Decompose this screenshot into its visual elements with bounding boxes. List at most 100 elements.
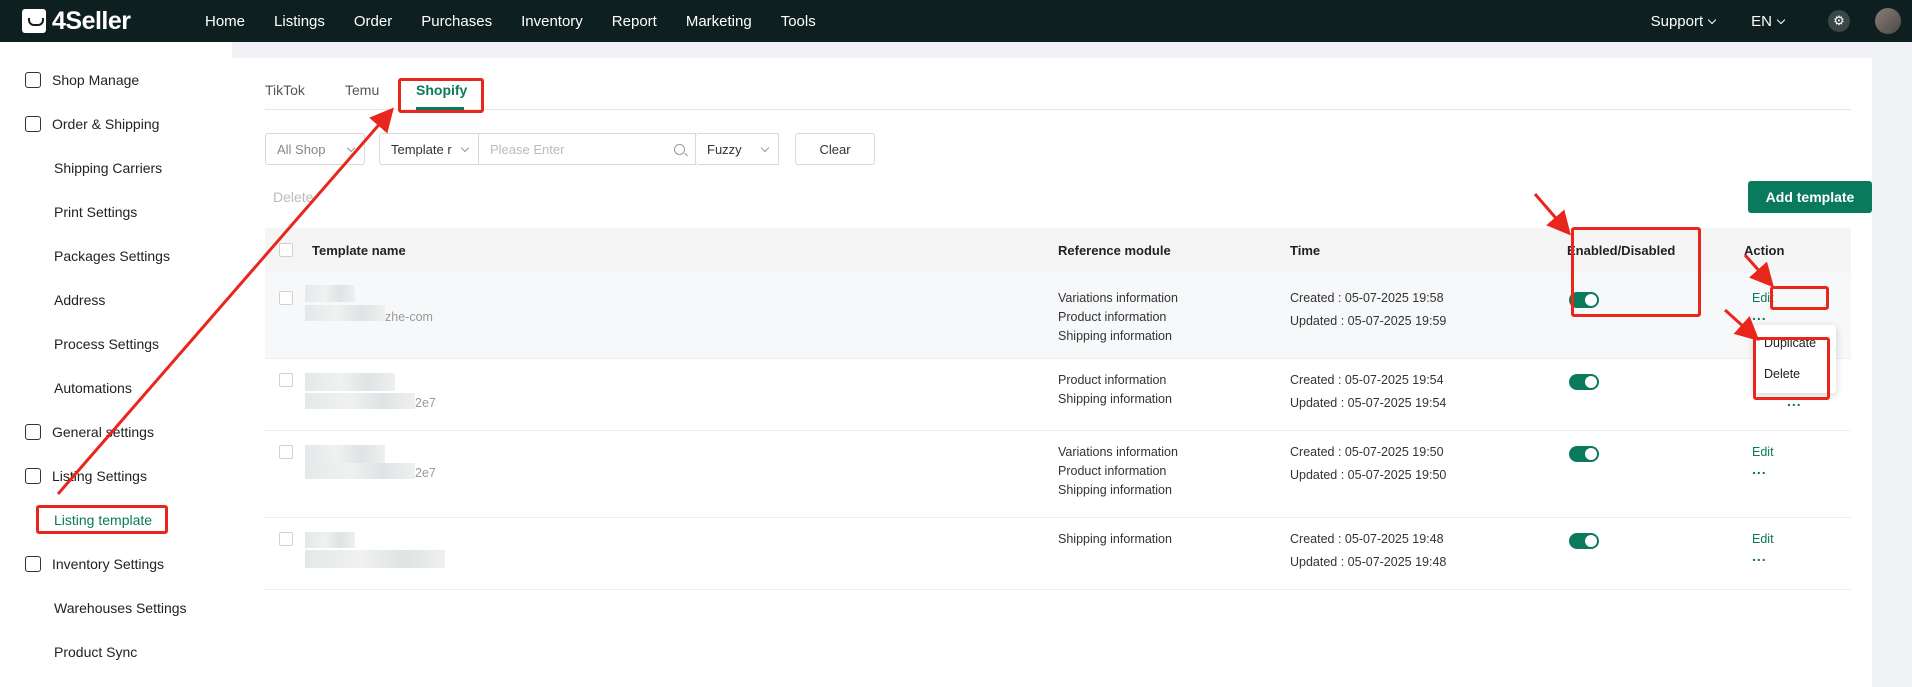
module-item: Product information — [1058, 310, 1167, 324]
platform-tabs: TikTok Temu Shopify — [265, 58, 1851, 110]
search-field-value: Template r — [391, 141, 452, 157]
clear-button[interactable]: Clear — [795, 133, 875, 165]
nav-inventory[interactable]: Inventory — [521, 13, 583, 30]
more-actions-icon[interactable]: ... — [1752, 461, 1767, 477]
redacted-name — [305, 463, 415, 479]
store-icon — [25, 72, 41, 88]
highlight-box — [36, 505, 168, 534]
nav-home[interactable]: Home — [205, 13, 245, 30]
search-field-select[interactable]: Template r — [379, 133, 479, 165]
col-action: Action — [1744, 243, 1785, 258]
sidebar-item-inventory-settings[interactable]: Inventory Settings — [0, 542, 232, 586]
sidebar-item-address[interactable]: Address — [0, 278, 232, 322]
table-row: 2e7 Variations information Product infor… — [265, 431, 1851, 518]
row-checkbox[interactable] — [279, 291, 293, 305]
support-menu[interactable]: Support — [1651, 13, 1717, 30]
more-actions-icon[interactable]: ... — [1752, 548, 1767, 564]
redacted-name — [305, 305, 385, 321]
top-navbar: 4Seller Home Listings Order Purchases In… — [0, 0, 1912, 42]
filter-bar: All Shop Template r Please Enter Fuzzy C… — [265, 133, 875, 165]
sidebar-item-shipping-carriers[interactable]: Shipping Carriers — [0, 146, 232, 190]
sidebar-item-order-shipping[interactable]: Order & Shipping — [0, 102, 232, 146]
sidebar-item-automations[interactable]: Automations — [0, 366, 232, 410]
inventory-icon — [25, 556, 41, 572]
sidebar-item-label: Warehouses Settings — [54, 600, 187, 616]
language-menu[interactable]: EN — [1751, 12, 1786, 30]
module-item: Shipping information — [1058, 483, 1172, 497]
created-time: Created : 05-07-2025 19:54 — [1290, 373, 1444, 387]
tab-temu[interactable]: Temu — [345, 82, 379, 98]
updated-time: Updated : 05-07-2025 19:54 — [1290, 396, 1447, 410]
chevron-down-icon — [460, 143, 470, 153]
created-time: Created : 05-07-2025 19:58 — [1290, 291, 1444, 305]
sidebar-item-packages-settings[interactable]: Packages Settings — [0, 234, 232, 278]
sidebar-item-print-settings[interactable]: Print Settings — [0, 190, 232, 234]
col-template-name: Template name — [312, 243, 406, 258]
select-all-checkbox[interactable] — [279, 243, 293, 257]
template-name-suffix: 2e7 — [415, 396, 436, 410]
chevron-down-icon — [346, 143, 356, 153]
logo-bag-icon — [22, 9, 46, 33]
highlight-box — [398, 78, 484, 113]
enabled-toggle[interactable] — [1569, 374, 1599, 390]
sidebar-item-label: Product Sync — [54, 644, 138, 660]
language-label: EN — [1751, 12, 1772, 30]
edit-link[interactable]: Edit — [1752, 445, 1774, 459]
row-checkbox[interactable] — [279, 445, 293, 459]
col-time: Time — [1290, 243, 1321, 258]
sidebar: Shop Manage Order & Shipping Shipping Ca… — [0, 42, 232, 687]
redacted-name — [305, 373, 395, 391]
highlight-box — [1753, 337, 1830, 400]
highlight-box — [1770, 286, 1829, 310]
match-mode-select[interactable]: Fuzzy — [696, 133, 779, 165]
sidebar-item-shop-manage[interactable]: Shop Manage — [0, 58, 232, 102]
sidebar-item-label: Shop Manage — [52, 72, 140, 88]
redacted-name — [305, 550, 445, 568]
add-template-button[interactable]: Add template — [1748, 181, 1872, 213]
redacted-name — [305, 393, 415, 409]
redacted-name — [305, 285, 355, 302]
module-item: Shipping information — [1058, 532, 1172, 546]
upload-icon — [25, 468, 41, 484]
search-input[interactable]: Please Enter — [479, 133, 696, 165]
nav-purchases[interactable]: Purchases — [421, 13, 492, 30]
sidebar-item-label: Automations — [54, 380, 132, 396]
gear-icon[interactable]: ⚙ — [1828, 10, 1850, 32]
enabled-toggle[interactable] — [1569, 533, 1599, 549]
module-item: Shipping information — [1058, 392, 1172, 406]
shop-select-value: All Shop — [277, 141, 326, 157]
bulk-delete-button[interactable]: Delete — [273, 189, 313, 205]
redacted-name — [305, 532, 355, 548]
chevron-down-icon — [1776, 15, 1786, 24]
sidebar-item-label: Process Settings — [54, 336, 160, 352]
order-icon — [25, 116, 41, 132]
main-nav: Home Listings Order Purchases Inventory … — [205, 13, 845, 30]
nav-listings[interactable]: Listings — [274, 13, 325, 30]
sidebar-item-process-settings[interactable]: Process Settings — [0, 322, 232, 366]
sidebar-item-label: Listing Settings — [52, 468, 147, 484]
nav-marketing[interactable]: Marketing — [686, 13, 752, 30]
row-checkbox[interactable] — [279, 532, 293, 546]
search-placeholder: Please Enter — [490, 141, 565, 157]
nav-tools[interactable]: Tools — [781, 13, 816, 30]
sidebar-item-general-settings[interactable]: General settings — [0, 410, 232, 454]
avatar[interactable] — [1875, 8, 1901, 34]
updated-time: Updated : 05-07-2025 19:48 — [1290, 555, 1447, 569]
sidebar-item-product-sync[interactable]: Product Sync — [0, 630, 232, 674]
shop-select[interactable]: All Shop — [265, 133, 365, 165]
edit-link[interactable]: Edit — [1752, 532, 1774, 546]
search-icon[interactable] — [674, 144, 685, 155]
module-item: Variations information — [1058, 445, 1178, 459]
row-checkbox[interactable] — [279, 373, 293, 387]
app-logo[interactable]: 4Seller — [22, 7, 182, 36]
sidebar-item-label: Address — [54, 292, 106, 308]
sidebar-item-listing-settings[interactable]: Listing Settings — [0, 454, 232, 498]
updated-time: Updated : 05-07-2025 19:59 — [1290, 314, 1447, 328]
sidebar-item-warehouses-settings[interactable]: Warehouses Settings — [0, 586, 232, 630]
enabled-toggle[interactable] — [1569, 446, 1599, 462]
sidebar-item-label: Shipping Carriers — [54, 160, 163, 176]
nav-order[interactable]: Order — [354, 13, 392, 30]
more-actions-icon[interactable]: ... — [1752, 307, 1767, 323]
tab-tiktok[interactable]: TikTok — [265, 82, 305, 98]
nav-report[interactable]: Report — [612, 13, 657, 30]
